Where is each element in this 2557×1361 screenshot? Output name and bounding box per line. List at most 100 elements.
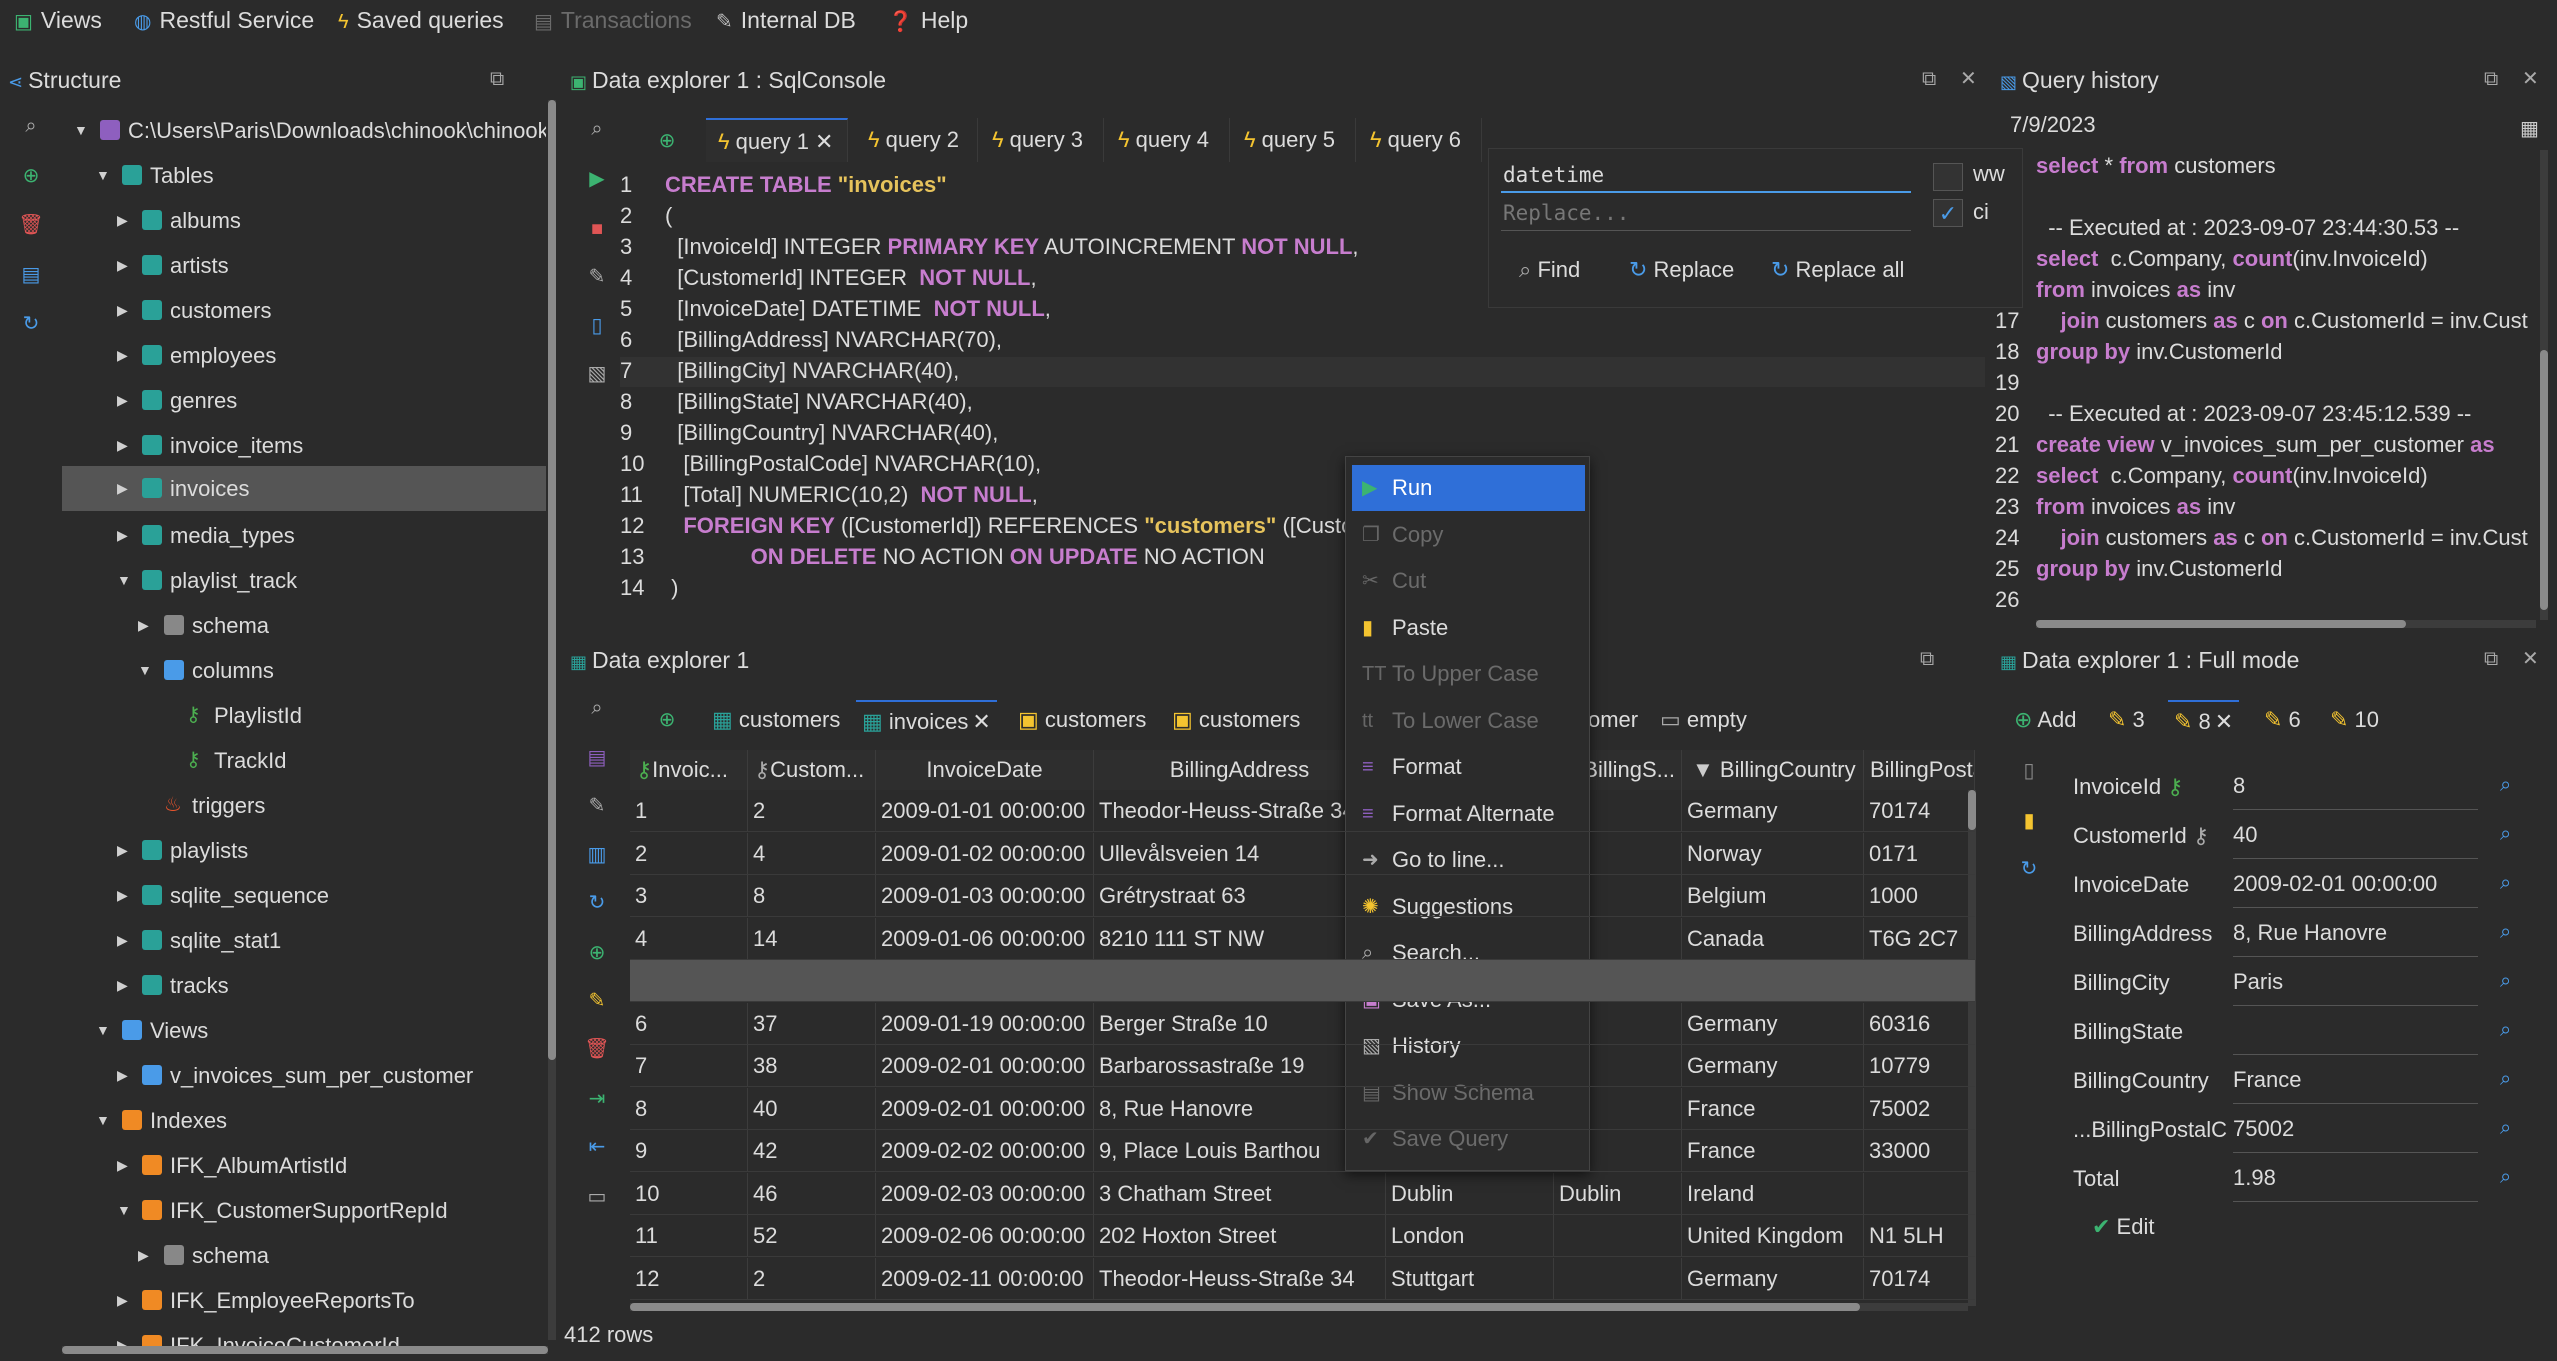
table-row[interactable] xyxy=(630,1088,1975,1130)
tree-db-root[interactable]: ▼ C:\Users\Paris\Downloads\chinook\chinoo… xyxy=(62,108,546,153)
tree-table-artists[interactable]: ▶ artists xyxy=(62,243,546,288)
zoom-icon[interactable]: ⌕ xyxy=(2500,1019,2511,1042)
tree-table-playlists[interactable]: ▶ playlists xyxy=(62,828,546,873)
add-tab-icon[interactable]: ⊕ xyxy=(654,707,680,733)
table-row[interactable] xyxy=(630,875,1975,917)
tree-column-trackid[interactable]: ⚷ TrackId xyxy=(62,738,546,783)
field-input[interactable]: France xyxy=(2233,1064,2478,1104)
history-icon[interactable]: ▧ xyxy=(584,361,610,387)
export-icon[interactable]: ⇥ xyxy=(584,1086,610,1112)
search-icon[interactable]: ⌕ xyxy=(584,695,610,721)
restore-icon[interactable]: ⧉ xyxy=(490,68,504,91)
tree-triggers[interactable]: ♨ triggers xyxy=(62,783,546,828)
column-header[interactable]: ▼ BillingCountry xyxy=(1682,750,1864,790)
menu-help[interactable]: ❓ Help xyxy=(888,0,968,40)
tree-table-genres[interactable]: ▶ genres xyxy=(62,378,546,423)
refresh-icon[interactable]: ↻ xyxy=(584,890,610,916)
find-button[interactable]: ⌕ Find xyxy=(1519,257,1580,283)
close-icon[interactable]: ✕ xyxy=(968,709,990,734)
tree-tables[interactable]: ▼ Tables xyxy=(62,153,546,198)
field-input[interactable]: Paris xyxy=(2233,966,2478,1006)
case-insensitive-checkbox[interactable]: ✓ xyxy=(1933,199,1963,227)
tab-empty[interactable]: ▭ empty xyxy=(1660,700,1747,740)
tab-customers[interactable]: ▣ customers xyxy=(1172,700,1300,740)
zoom-icon[interactable]: ⌕ xyxy=(2500,774,2511,797)
edit-record-button[interactable]: ✔ Edit xyxy=(2092,1214,2154,1240)
tree-table-media-types[interactable]: ▶ media_types xyxy=(62,513,546,558)
tab-customers[interactable]: ▣ customers xyxy=(1018,700,1146,740)
whole-word-checkbox[interactable] xyxy=(1933,163,1963,191)
close-icon[interactable]: ✕ xyxy=(1960,66,1977,91)
context-menu-item[interactable]: ≡ Format xyxy=(1352,744,1585,790)
close-icon[interactable]: ✕ xyxy=(809,129,833,154)
menu-saved-queries[interactable]: ϟ Saved queries xyxy=(338,0,504,40)
tree-schema[interactable]: ▶ schema xyxy=(62,603,546,648)
tree-views[interactable]: ▼ Views xyxy=(62,1008,546,1053)
field-input[interactable]: 1.98 xyxy=(2233,1162,2478,1202)
column-header[interactable]: ⚷Custom... xyxy=(748,750,876,790)
columns-icon[interactable]: ▥ xyxy=(584,842,610,868)
restore-icon[interactable]: ⧉ xyxy=(1920,648,1934,671)
calendar-icon[interactable]: ▦ xyxy=(2520,116,2539,141)
column-header[interactable]: ⚷Invoic... xyxy=(630,750,748,790)
tree-index-item[interactable]: ▶ IFK_AlbumArtistId xyxy=(62,1143,546,1188)
zoom-icon[interactable]: ⌕ xyxy=(2500,823,2511,846)
tree-columns[interactable]: ▼ columns xyxy=(62,648,546,693)
history-hscrollbar[interactable] xyxy=(2036,620,2536,628)
refresh-icon[interactable]: ↻ xyxy=(18,311,44,337)
history-vscrollbar[interactable] xyxy=(2540,150,2548,620)
tree-table-employees[interactable]: ▶ employees xyxy=(62,333,546,378)
tree-table-playlist-track[interactable]: ▼ playlist_track xyxy=(62,558,546,603)
table-row[interactable] xyxy=(630,1258,1975,1300)
table-row[interactable] xyxy=(630,918,1975,960)
menu-internal-db[interactable]: ✎ Internal DB xyxy=(716,0,856,40)
menu-transactions[interactable]: ▤ Transactions xyxy=(534,0,692,40)
field-input[interactable]: 8, Rue Hanovre xyxy=(2233,917,2478,957)
import-icon[interactable]: ⇤ xyxy=(584,1134,610,1160)
tree-table-invoice-items[interactable]: ▶ invoice_items xyxy=(62,423,546,468)
find-input[interactable]: datetime xyxy=(1501,159,1911,193)
history-date-field[interactable]: 7/9/2023 xyxy=(2010,112,2096,138)
table-row[interactable] xyxy=(630,960,1975,1002)
zoom-icon[interactable]: ⌕ xyxy=(2500,1117,2511,1140)
tree-table-invoices[interactable]: ▶ invoices xyxy=(62,466,546,511)
database-icon[interactable]: ▯ xyxy=(2016,758,2042,784)
search-icon[interactable]: ⌕ xyxy=(18,113,44,139)
record-tab[interactable]: ✎ 3 xyxy=(2108,700,2145,740)
zoom-icon[interactable]: ⌕ xyxy=(2500,872,2511,895)
tree-index-item[interactable]: ▶ IFK_EmployeeReportsTo xyxy=(62,1278,546,1323)
add-record-button[interactable]: ⊕ Add xyxy=(2014,700,2077,740)
tree-table-sqlite-sequence[interactable]: ▶ sqlite_sequence xyxy=(62,873,546,918)
tree-column-playlistid[interactable]: ⚷ PlaylistId xyxy=(62,693,546,738)
run-icon[interactable]: ▶ xyxy=(584,166,610,192)
add-tab-icon[interactable]: ⊕ xyxy=(654,128,680,154)
edit-icon[interactable]: ✎ xyxy=(584,988,610,1014)
grid-hscrollbar[interactable] xyxy=(630,1303,1968,1311)
table-row[interactable] xyxy=(630,1130,1975,1172)
tab-query-5[interactable]: ϟ query 5 xyxy=(1232,118,1356,162)
table-row[interactable] xyxy=(630,790,1975,832)
tab-query-2[interactable]: ϟ query 2 xyxy=(856,118,978,162)
delete-icon[interactable]: 🗑 xyxy=(18,212,44,238)
table-row[interactable] xyxy=(630,1003,1975,1045)
column-header[interactable]: InvoiceDate xyxy=(876,750,1094,790)
zoom-icon[interactable]: ⌕ xyxy=(2500,1166,2511,1189)
table-row[interactable] xyxy=(630,1173,1975,1215)
replace-button[interactable]: ↻ Replace xyxy=(1629,257,1734,283)
panel-icon[interactable]: ▭ xyxy=(584,1184,610,1210)
zoom-icon[interactable]: ⌕ xyxy=(2500,1068,2511,1091)
menu-restful-service[interactable]: ◍ Restful Service xyxy=(134,0,314,40)
tab-query-3[interactable]: ϟ query 3 xyxy=(980,118,1104,162)
field-input[interactable]: 8 xyxy=(2233,770,2478,810)
replace-input[interactable]: Replace... xyxy=(1501,197,1911,231)
wrench-icon[interactable]: ✎ xyxy=(584,264,610,290)
tab-invoices[interactable]: ▦ invoices ✕ xyxy=(856,700,997,740)
tree-view-item[interactable]: ▶ v_invoices_sum_per_customer xyxy=(62,1053,546,1098)
column-header[interactable]: BillingAddress xyxy=(1094,750,1386,790)
tab-customer-partial[interactable]: omer xyxy=(1588,700,1638,740)
delete-icon[interactable]: 🗑 xyxy=(584,1036,610,1062)
record-tab-active[interactable]: ✎ 8 ✕ xyxy=(2168,700,2240,740)
search-icon[interactable]: ⌕ xyxy=(584,116,610,142)
restore-icon[interactable]: ⧉ xyxy=(2484,648,2498,671)
add-icon[interactable]: ⊕ xyxy=(18,163,44,189)
